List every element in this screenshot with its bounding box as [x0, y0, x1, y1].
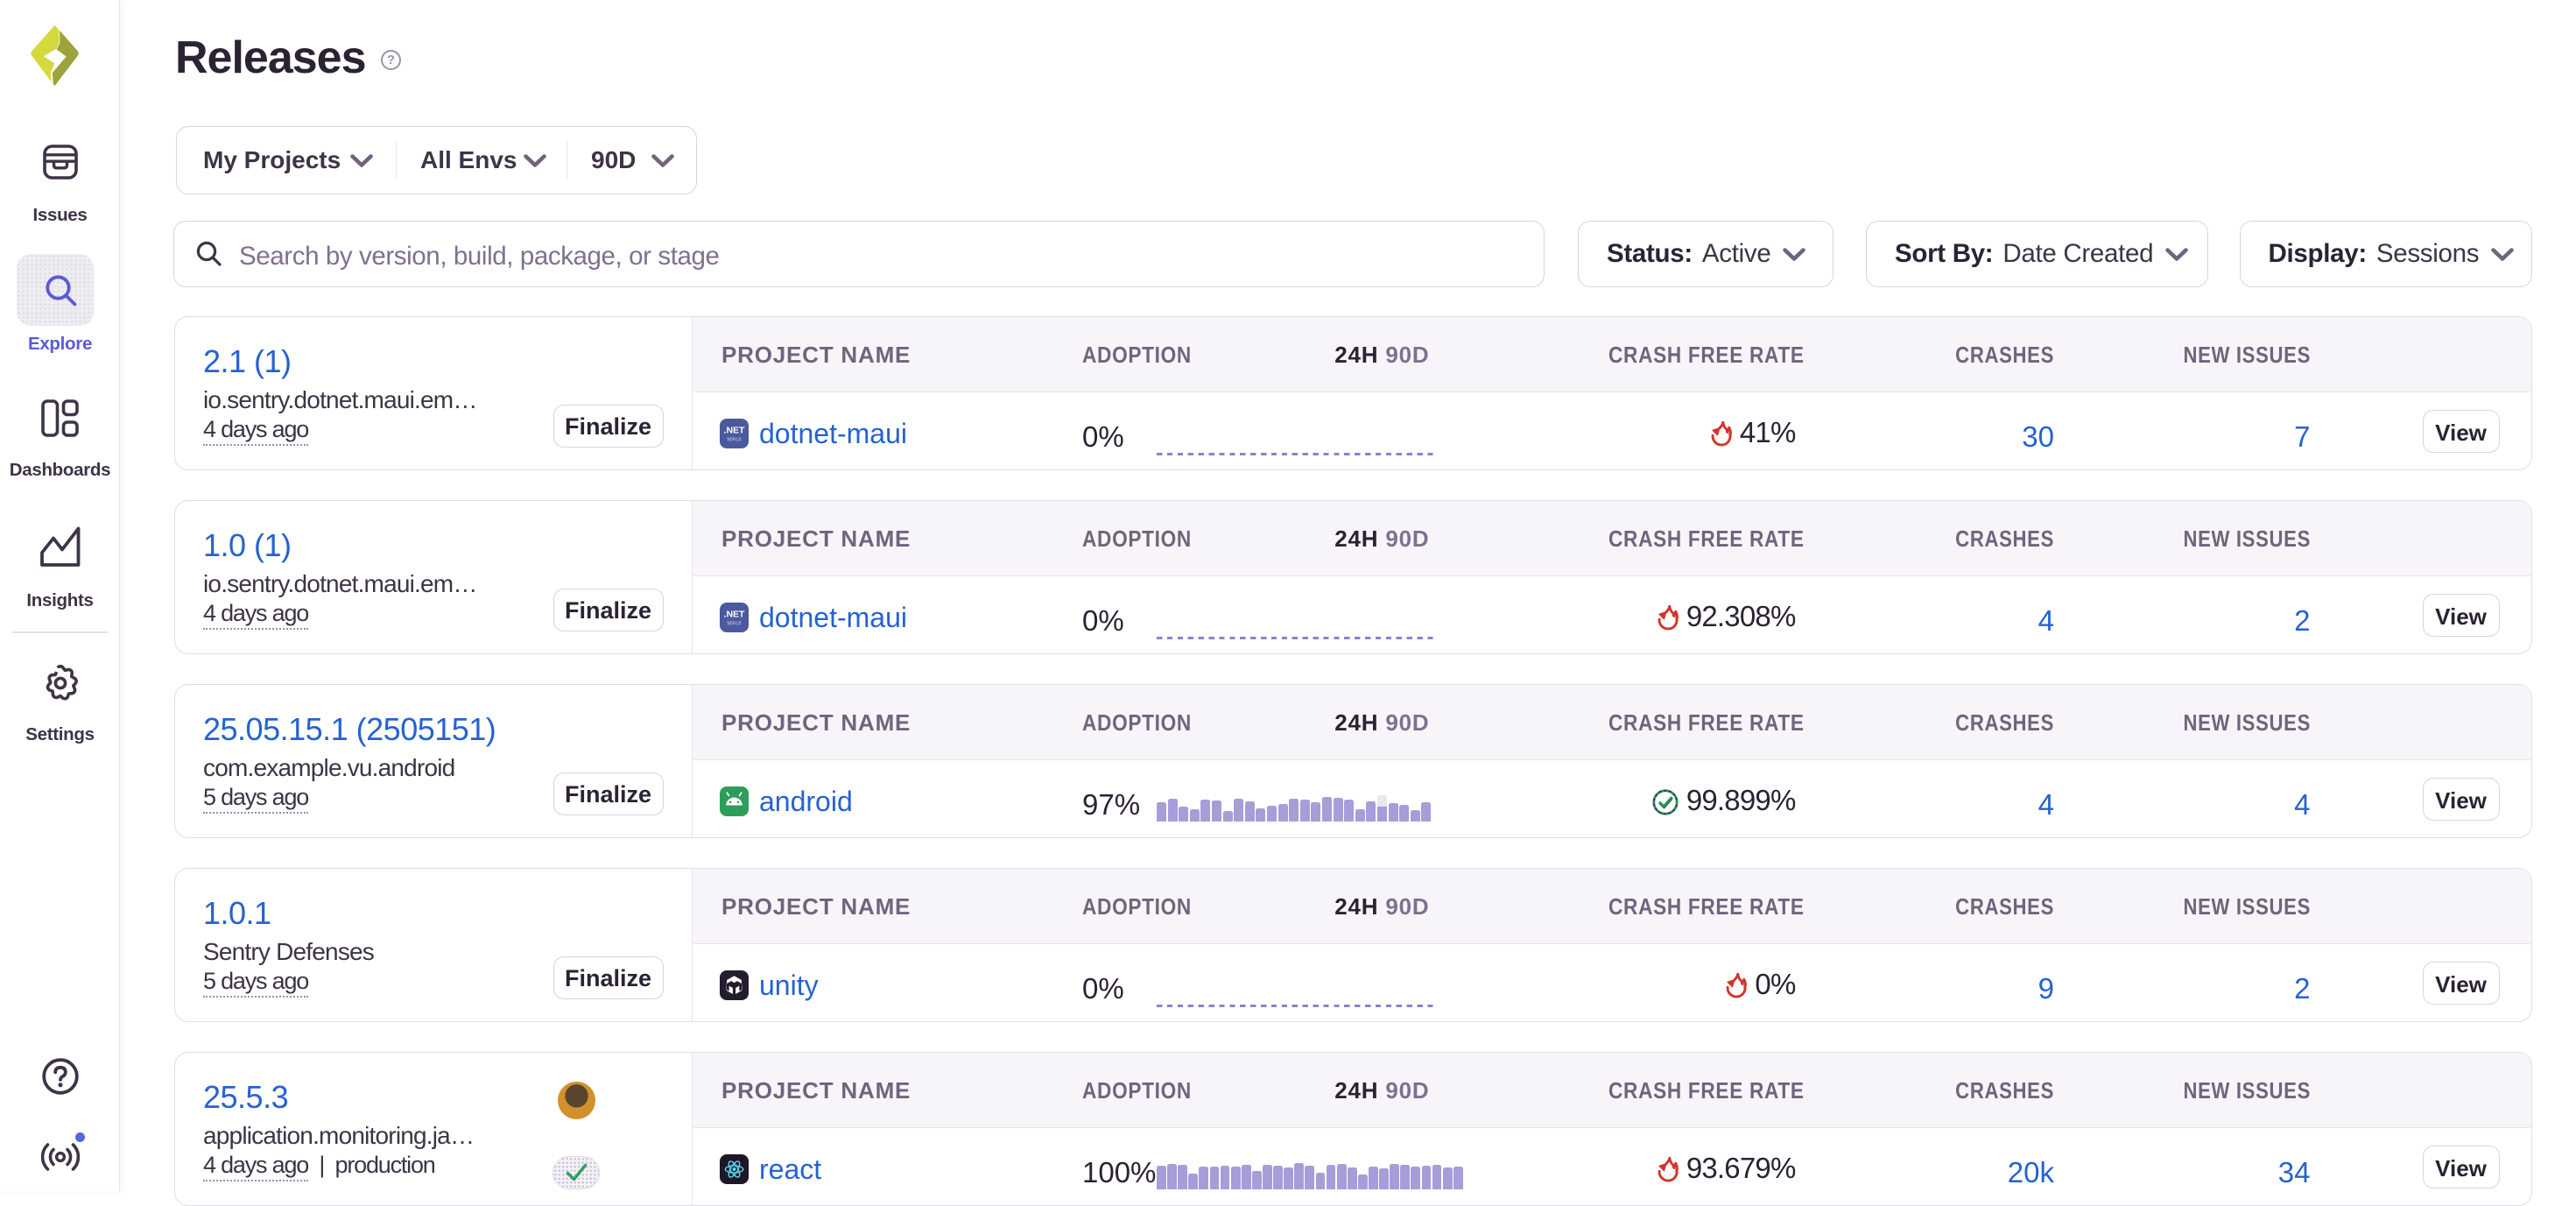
svg-text:.NET: .NET: [724, 426, 746, 436]
svg-text:MAUI: MAUI: [727, 621, 741, 627]
svg-text:.NET: .NET: [724, 610, 746, 620]
svg-text:MAUI: MAUI: [727, 437, 741, 443]
